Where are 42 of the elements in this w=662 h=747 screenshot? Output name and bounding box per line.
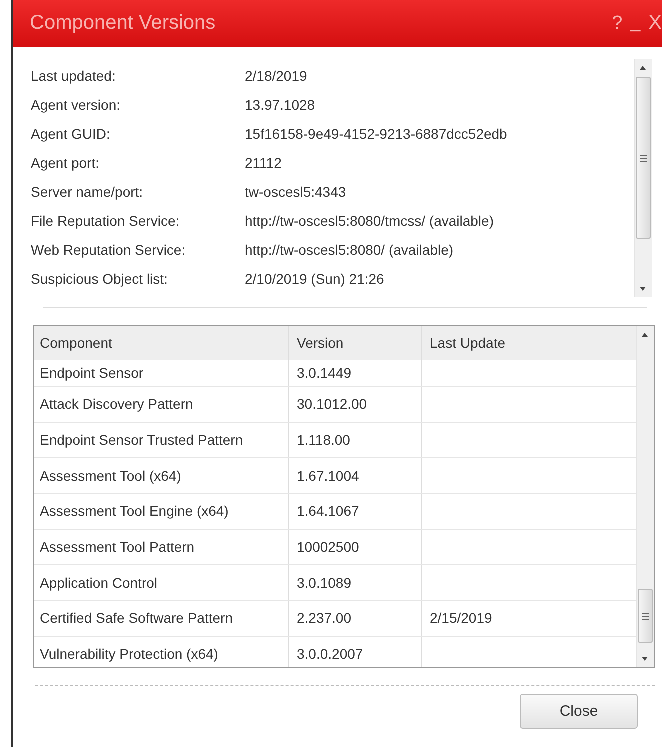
field-label: Web Reputation Service: (31, 242, 187, 258)
table-cell: 2/15/2019 (430, 610, 492, 626)
table-cell: Endpoint Sensor (40, 365, 144, 381)
table-cell: 3.0.0.2007 (297, 646, 364, 662)
table-cell: 3.0.1449 (297, 365, 352, 381)
window-title: Component Versions (30, 12, 216, 35)
table-cell: 1.67.1004 (297, 468, 360, 484)
close-button[interactable]: Close (520, 694, 638, 729)
field-value: 15f16158-9e49-4152-9213-6887dcc52edb (245, 126, 508, 142)
field-label: File Reputation Service: (31, 212, 181, 228)
field-value: http://tw-oscesl5:8080/ (available) (245, 242, 454, 258)
field-value: tw-oscesl5:4343 (245, 184, 346, 200)
field-label: Agent port: (31, 154, 100, 170)
table-cell: Certified Safe Software Pattern (40, 610, 233, 626)
field-value: 2/10/2019 (Sun) 21:26 (245, 270, 384, 286)
table-cell: Endpoint Sensor Trusted Pattern (40, 432, 244, 448)
field-label: Agent GUID: (31, 126, 112, 142)
field-label: Suspicious Object list: (31, 270, 169, 286)
scrollbar[interactable] (634, 59, 652, 297)
table-cell: 10002500 (297, 539, 360, 556)
column-header[interactable]: Component (34, 326, 289, 360)
table-cell: 2.237.00 (297, 610, 352, 626)
scrollbar[interactable] (636, 326, 654, 667)
table-cell: Vulnerability Protection (x64) (40, 646, 218, 662)
table-cell: 3.0.1089 (297, 574, 352, 591)
field-label: Last updated: (31, 68, 117, 84)
table-cell: Application Control (40, 574, 158, 591)
column-header[interactable]: Last Update (422, 326, 636, 360)
field-value: http://tw-oscesl5:8080/tmcss/ (available) (245, 212, 494, 228)
table-cell: 1.64.1067 (297, 503, 360, 520)
field-value: 2/18/2019 (245, 68, 308, 84)
field-value: 21112 (245, 154, 282, 170)
table-cell: 30.1012.00 (297, 396, 368, 412)
field-label: Agent version: (31, 96, 122, 112)
field-label: Server name/port: (31, 184, 144, 200)
table-cell: Assessment Tool Engine (x64) (40, 503, 229, 520)
table-cell: Assessment Tool (x64) (40, 468, 182, 484)
field-value: 13.97.1028 (245, 96, 316, 112)
table-cell: 1.118.00 (297, 432, 350, 448)
table-cell: Assessment Tool Pattern (40, 539, 195, 556)
column-header[interactable]: Version (289, 326, 422, 360)
table-cell: Attack Discovery Pattern (40, 396, 194, 412)
